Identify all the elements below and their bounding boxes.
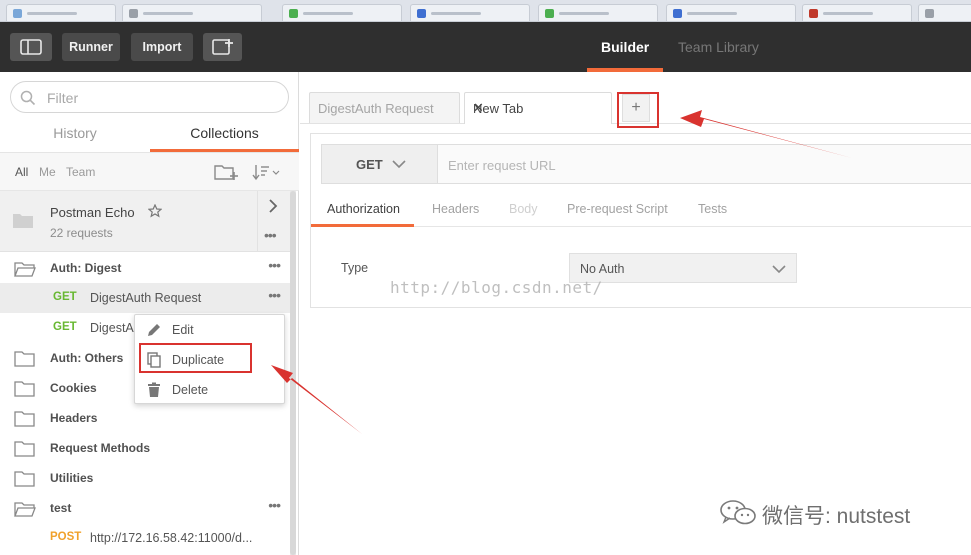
annotation-arrow-new-tab [680,110,852,158]
annotation-arrow-duplicate [271,365,362,434]
wechat-watermark: 微信号: nutstest [718,498,958,528]
wechat-logo-icon [720,500,756,525]
annotation-arrows [271,110,852,434]
wechat-id-text: 微信号: nutstest [762,505,911,528]
